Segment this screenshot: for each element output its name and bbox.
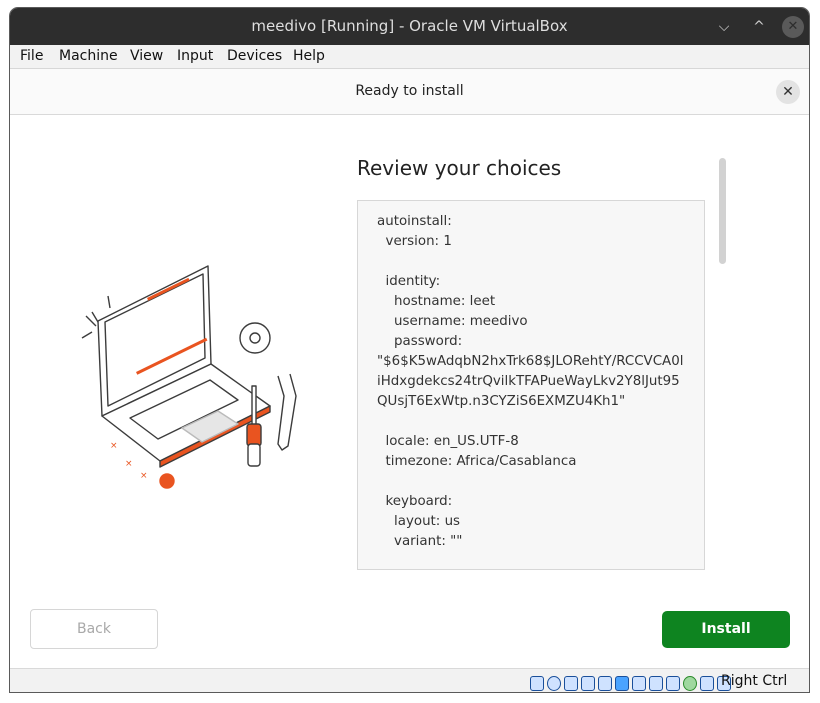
mouse-integration-icon[interactable] <box>700 676 714 691</box>
status-bar: Right Ctrl <box>10 668 809 692</box>
network-icon[interactable] <box>581 676 595 691</box>
shared-folders-icon[interactable] <box>615 676 629 691</box>
autoinstall-config-text: autoinstall: version: 1 identity: hostna… <box>377 214 684 549</box>
optical-drive-icon[interactable] <box>547 676 561 691</box>
window-title: meedivo [Running] - Oracle VM VirtualBox <box>251 17 568 35</box>
menu-input[interactable]: Input <box>177 48 213 64</box>
menu-file[interactable]: File <box>20 48 43 64</box>
minimize-button[interactable]: ⌵ <box>713 16 735 38</box>
menu-view[interactable]: View <box>130 48 163 64</box>
close-installer-button[interactable]: ✕ <box>776 80 800 104</box>
review-heading: Review your choices <box>357 156 562 180</box>
title-bar: meedivo [Running] - Oracle VM VirtualBox… <box>10 8 809 45</box>
menu-help[interactable]: Help <box>293 48 325 64</box>
close-window-button[interactable]: ✕ <box>782 16 804 38</box>
page-title: Ready to install <box>355 83 464 99</box>
scrollbar-thumb[interactable] <box>719 158 726 264</box>
usb-icon[interactable] <box>598 676 612 691</box>
status-icons <box>530 673 734 692</box>
installer-header: Ready to install ✕ <box>10 69 809 115</box>
vrde-icon[interactable] <box>666 676 680 691</box>
install-button[interactable]: Install <box>662 611 790 648</box>
maximize-button[interactable]: ^ <box>748 16 770 38</box>
menu-bar: File Machine View Input Devices Help <box>10 45 809 69</box>
display-icon[interactable] <box>632 676 646 691</box>
virtualbox-window: meedivo [Running] - Oracle VM VirtualBox… <box>9 7 810 693</box>
back-button[interactable]: Back <box>30 609 158 649</box>
host-key-label: Right Ctrl <box>721 673 788 689</box>
menu-devices[interactable]: Devices <box>227 48 282 64</box>
svg-text:×: × <box>125 459 133 469</box>
hard-disk-icon[interactable] <box>530 676 544 691</box>
svg-text:×: × <box>140 471 148 481</box>
video-capture-icon[interactable] <box>649 676 663 691</box>
config-review-box[interactable]: autoinstall: version: 1 identity: hostna… <box>357 200 705 570</box>
recording-icon[interactable] <box>683 676 697 691</box>
audio-icon[interactable] <box>564 676 578 691</box>
laptop-tools-illustration: × × × <box>81 265 297 489</box>
svg-text:×: × <box>110 441 118 451</box>
menu-machine[interactable]: Machine <box>59 48 118 64</box>
